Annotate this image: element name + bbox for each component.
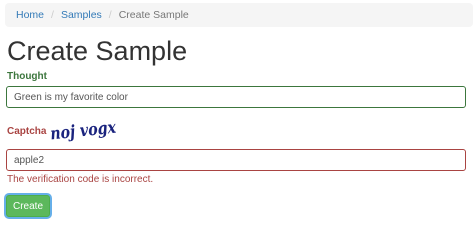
captcha-input[interactable] (6, 149, 466, 171)
breadcrumb-separator: / (51, 9, 54, 21)
thought-label: Thought (7, 71, 47, 82)
breadcrumb-current: Create Sample (118, 9, 189, 21)
thought-input[interactable] (6, 86, 466, 108)
breadcrumb-separator: / (108, 9, 112, 21)
captcha-error-message: The verification code is incorrect. (7, 174, 154, 185)
breadcrumb: Home / Samples / Create Sample (5, 3, 473, 27)
captcha-image: noj vogx (49, 118, 117, 143)
create-button[interactable]: Create (6, 195, 50, 217)
breadcrumb-home-link[interactable]: Home (16, 9, 44, 21)
page-title: Create Sample (7, 36, 188, 66)
captcha-label: Captcha (7, 126, 47, 137)
captcha-text: noj vogx (49, 118, 117, 143)
breadcrumb-samples-link[interactable]: Samples (61, 9, 102, 21)
